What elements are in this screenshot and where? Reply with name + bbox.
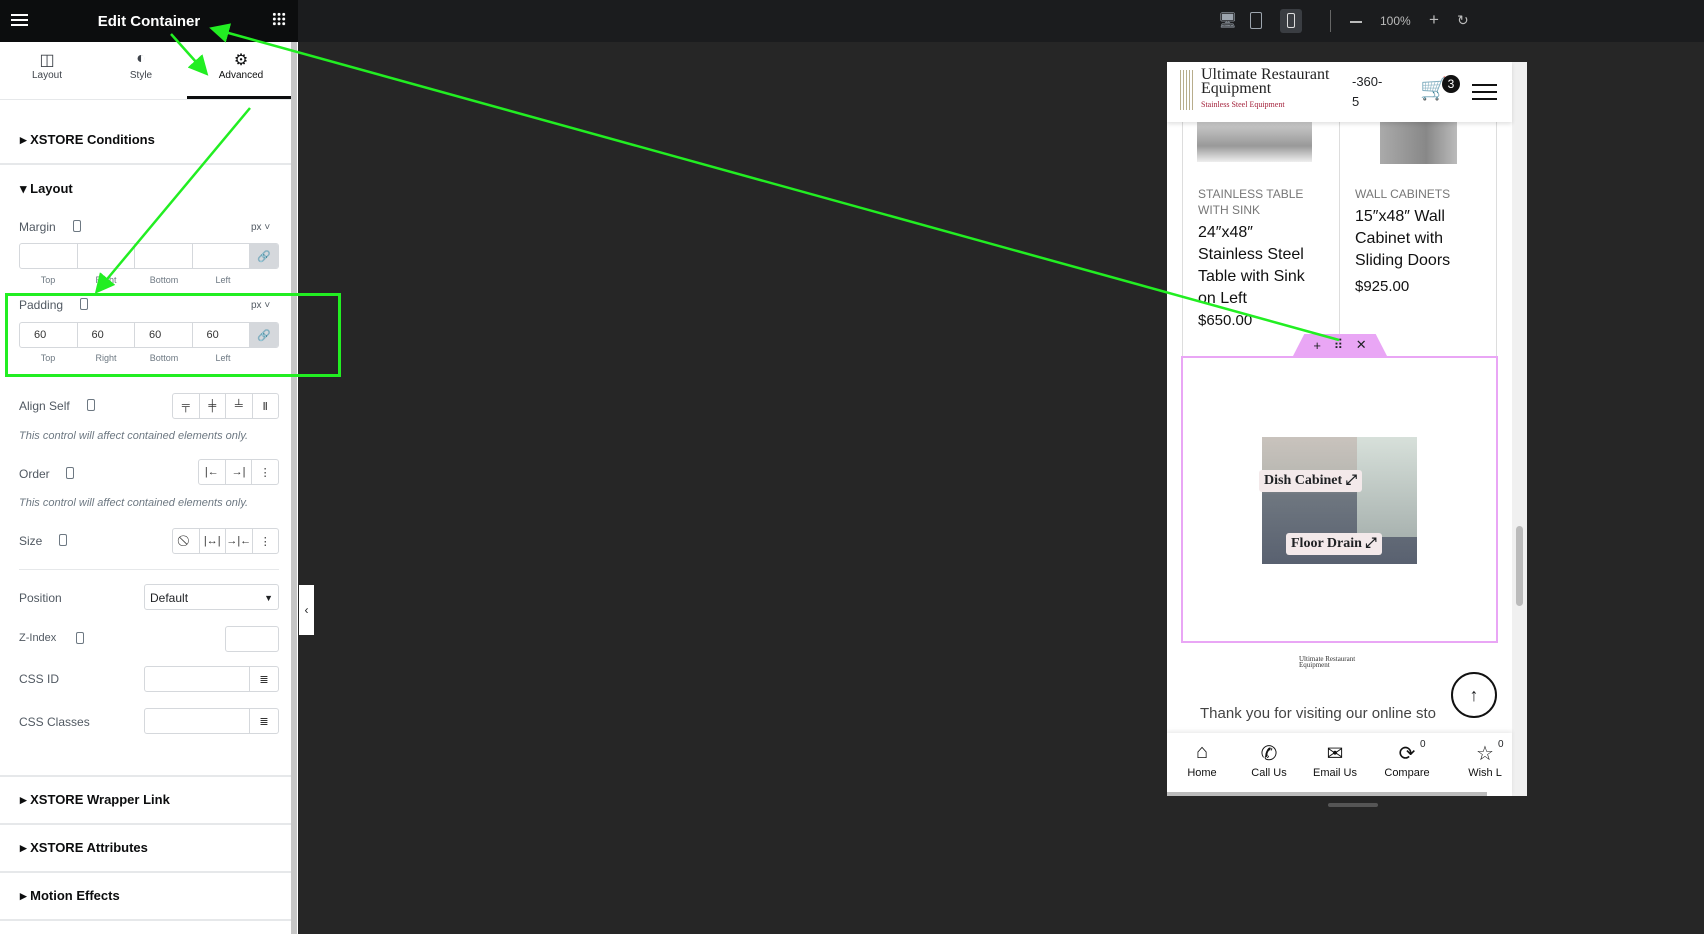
- cart-count-badge: 3: [1442, 75, 1460, 93]
- logo-text: Equipment: [1201, 80, 1272, 97]
- site-logo[interactable]: Ultimate Restaurant Equipment Stainless St…: [1201, 67, 1329, 112]
- phone-text: -360-: [1352, 74, 1383, 89]
- arrow-to-padding: [94, 107, 251, 294]
- logo-tagline: Stainless Steel Equipment: [1201, 100, 1285, 109]
- annotation-arrows: [94, 23, 1340, 342]
- arrow-to-advanced-tab: [170, 33, 209, 76]
- logo-mark: [1180, 70, 1194, 110]
- menu-icon[interactable]: [1472, 84, 1497, 86]
- site-header: Ultimate Restaurant Equipment Stainless St…: [1167, 62, 1512, 122]
- phone-text: 5: [1352, 94, 1360, 109]
